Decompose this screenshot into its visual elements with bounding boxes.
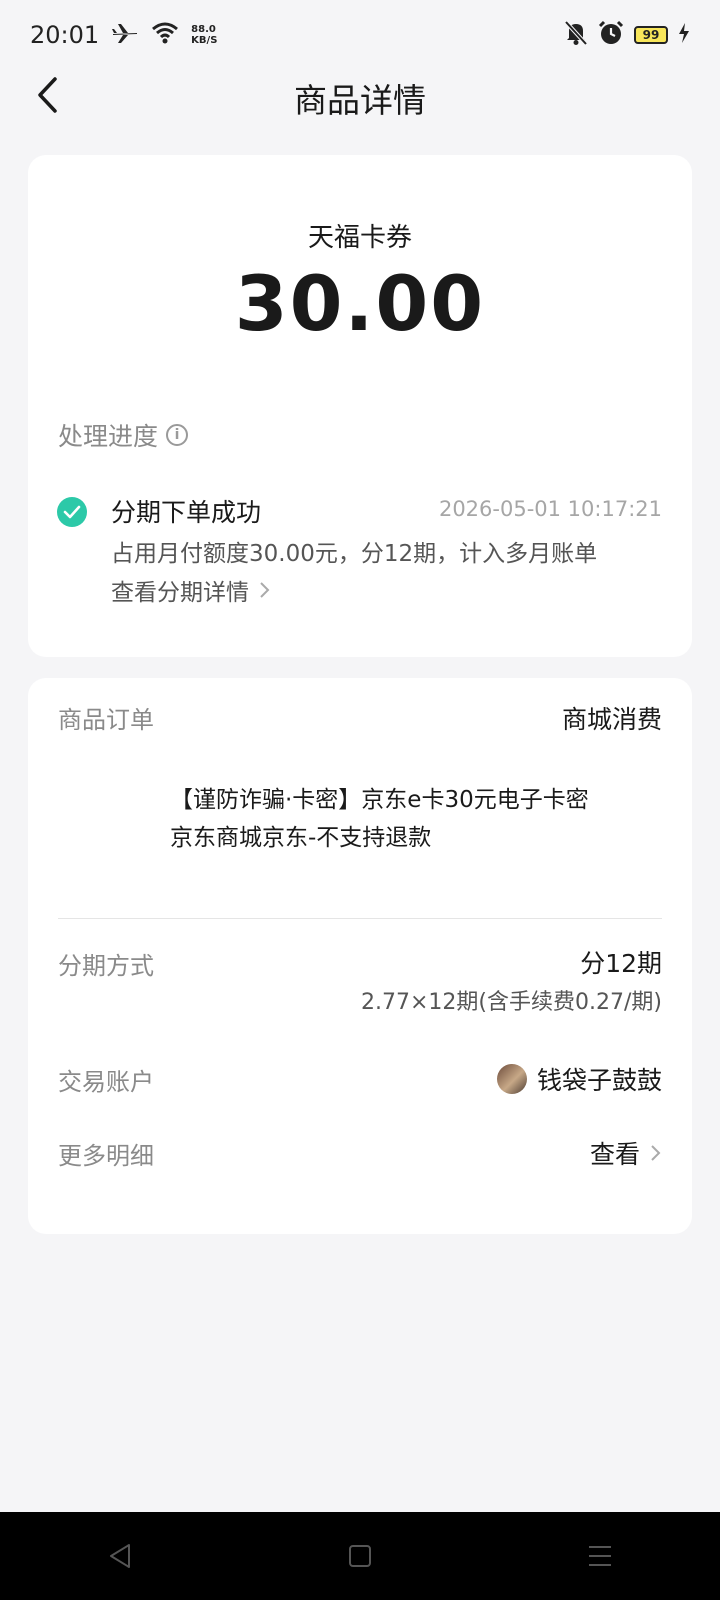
charging-icon bbox=[678, 23, 690, 47]
amount: 30.00 bbox=[234, 259, 486, 348]
info-icon[interactable]: i bbox=[166, 424, 189, 446]
bell-off-icon bbox=[564, 20, 588, 50]
progress-title-text: 处理进度 bbox=[58, 422, 159, 451]
system-nav-bar bbox=[0, 1512, 720, 1600]
network-speed-value: 88.0 bbox=[191, 24, 216, 35]
alarm-icon bbox=[598, 20, 624, 50]
step-title: 分期下单成功 bbox=[111, 498, 262, 527]
installment-detail: 2.77×12期(含手续费0.27/期) bbox=[361, 990, 662, 1015]
system-back-button[interactable] bbox=[90, 1526, 150, 1586]
order-card: 商品订单 商城消费 【谨防诈骗·卡密】京东e卡30元电子卡密 京东商城京东-不支… bbox=[28, 678, 692, 1234]
network-speed-unit: KB/S bbox=[191, 35, 218, 46]
product-description: 【谨防诈骗·卡密】京东e卡30元电子卡密 京东商城京东-不支持退款 bbox=[170, 781, 650, 857]
installment-details-link[interactable]: 查看分期详情 bbox=[111, 573, 271, 607]
step-time: 2026-05-01 10:17:21 bbox=[438, 497, 662, 521]
step-description: 占用月付额度30.00元，分12期，计入多月账单 bbox=[111, 541, 598, 567]
airplane-icon bbox=[111, 21, 139, 49]
menu-icon bbox=[589, 1546, 611, 1566]
avatar bbox=[496, 1064, 527, 1094]
status-right: 99 bbox=[564, 20, 690, 50]
progress-section-title: 处理进度 i bbox=[58, 417, 189, 453]
battery-indicator: 99 bbox=[634, 26, 668, 44]
view-more-button[interactable]: 查看 bbox=[590, 1135, 662, 1171]
system-home-button[interactable] bbox=[330, 1526, 390, 1586]
view-more-label: 查看 bbox=[589, 1140, 640, 1169]
check-circle-icon bbox=[57, 497, 87, 527]
installment-label: 分期方式 bbox=[58, 952, 154, 980]
wifi-icon bbox=[151, 22, 179, 48]
network-speed: 88.0 KB/S bbox=[191, 24, 217, 46]
account-value: 钱袋子鼓鼓 bbox=[496, 1061, 662, 1097]
installment-details-label: 查看分期详情 bbox=[111, 580, 249, 606]
status-time: 20:01 bbox=[30, 21, 100, 49]
divider bbox=[58, 918, 662, 919]
summary-card: 天福卡券 30.00 处理进度 i 分期下单成功 2026-05-01 10:1… bbox=[28, 155, 692, 657]
status-left: 20:01 88.0 KB/S bbox=[30, 21, 217, 49]
nav-header: 商品详情 bbox=[0, 60, 720, 130]
order-label: 商品订单 bbox=[58, 706, 154, 734]
system-menu-button[interactable] bbox=[570, 1526, 630, 1586]
product-line-1: 【谨防诈骗·卡密】京东e卡30元电子卡密 bbox=[170, 787, 589, 813]
order-type-value: 商城消费 bbox=[561, 705, 662, 734]
account-name: 钱袋子鼓鼓 bbox=[536, 1066, 662, 1095]
installment-value: 分12期 bbox=[580, 949, 662, 978]
triangle-back-icon bbox=[110, 1544, 130, 1568]
chevron-right-icon bbox=[651, 1145, 661, 1161]
page-title: 商品详情 bbox=[294, 81, 426, 120]
product-line-2: 京东商城京东-不支持退款 bbox=[170, 825, 432, 851]
chevron-right-icon bbox=[260, 582, 270, 598]
more-details-label: 更多明细 bbox=[58, 1142, 154, 1170]
square-home-icon bbox=[349, 1545, 371, 1567]
account-label: 交易账户 bbox=[58, 1068, 154, 1096]
merchant-name: 天福卡券 bbox=[307, 223, 412, 253]
